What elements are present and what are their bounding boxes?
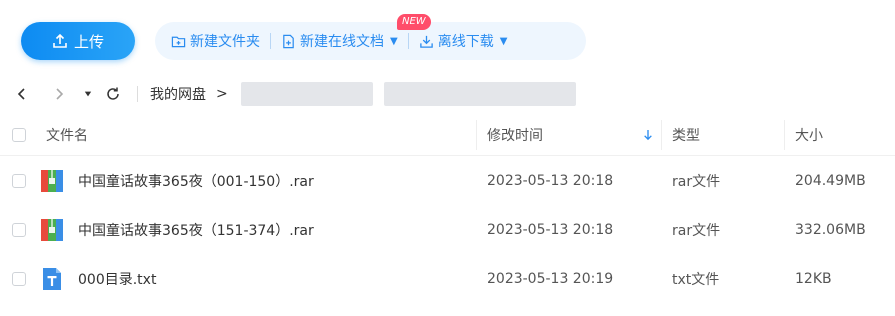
upload-label: 上传 xyxy=(73,32,104,51)
file-name[interactable]: 000目录.txt xyxy=(78,254,156,303)
back-icon[interactable] xyxy=(12,84,32,104)
txt-file-icon xyxy=(43,268,61,290)
rar-archive-icon xyxy=(41,170,63,192)
column-divider xyxy=(784,120,785,150)
file-name[interactable]: 中国童话故事365夜（151-374）.rar xyxy=(78,205,314,254)
column-header-modified[interactable]: 修改时间 xyxy=(487,114,543,156)
breadcrumb: 我的网盘 > xyxy=(150,84,228,104)
file-size: 332.06MB xyxy=(795,221,866,238)
table-row[interactable]: 000目录.txt 2023-05-13 20:19 txt文件 12KB xyxy=(0,254,895,303)
upload-button[interactable]: 上传 xyxy=(21,22,135,60)
forward-icon[interactable] xyxy=(49,84,69,104)
sort-descending-icon[interactable] xyxy=(641,127,655,143)
download-icon xyxy=(419,35,433,48)
select-all-checkbox[interactable] xyxy=(12,128,26,142)
new-online-doc-button[interactable]: 新建在线文档 ▼ xyxy=(271,22,408,60)
new-folder-label: 新建文件夹 xyxy=(190,34,260,50)
file-modified: 2023-05-13 20:18 xyxy=(487,221,614,238)
column-header-size[interactable]: 大小 xyxy=(795,114,823,156)
row-checkbox[interactable] xyxy=(12,223,26,237)
blurred-path-segment xyxy=(241,82,373,106)
rar-archive-icon xyxy=(41,219,63,241)
row-checkbox[interactable] xyxy=(12,174,26,188)
chevron-down-icon: ▼ xyxy=(499,35,508,47)
table-header: 文件名 修改时间 类型 大小 xyxy=(0,114,895,156)
table-row[interactable]: 中国童话故事365夜（001-150）.rar 2023-05-13 20:18… xyxy=(0,156,895,205)
new-online-doc-label: 新建在线文档 xyxy=(300,34,384,50)
upload-icon xyxy=(53,33,67,48)
refresh-icon[interactable] xyxy=(103,84,123,104)
offline-download-label: 离线下载 xyxy=(437,34,494,50)
file-type: rar文件 xyxy=(672,222,721,239)
row-checkbox[interactable] xyxy=(12,272,26,286)
table-row[interactable]: 中国童话故事365夜（151-374）.rar 2023-05-13 20:18… xyxy=(0,205,895,254)
history-dropdown-icon[interactable] xyxy=(78,84,98,104)
file-type: rar文件 xyxy=(672,173,721,190)
chevron-down-icon: ▼ xyxy=(390,35,398,47)
file-modified: 2023-05-13 20:18 xyxy=(487,172,614,189)
new-folder-icon xyxy=(171,36,186,47)
column-divider xyxy=(476,120,477,150)
column-header-name[interactable]: 文件名 xyxy=(46,114,88,156)
breadcrumb-separator: > xyxy=(216,86,228,102)
nav-divider xyxy=(137,86,138,102)
column-divider xyxy=(661,120,662,150)
blurred-path-segment xyxy=(384,82,576,106)
toolbar: 上传 新建文件夹 新建在线文档 ▼ 离线下载 ▼ NEW xyxy=(0,0,895,66)
file-type: txt文件 xyxy=(672,271,720,288)
column-header-type[interactable]: 类型 xyxy=(672,114,700,156)
file-size: 204.49MB xyxy=(795,172,866,189)
file-modified: 2023-05-13 20:19 xyxy=(487,270,614,287)
navigation-bar: 我的网盘 > xyxy=(0,74,895,114)
file-size: 12KB xyxy=(795,270,832,287)
file-name[interactable]: 中国童话故事365夜（001-150）.rar xyxy=(78,156,314,205)
new-doc-icon xyxy=(283,34,294,48)
breadcrumb-root[interactable]: 我的网盘 xyxy=(150,84,206,104)
action-group: 新建文件夹 新建在线文档 ▼ 离线下载 ▼ xyxy=(155,22,586,60)
new-folder-button[interactable]: 新建文件夹 xyxy=(155,22,270,60)
new-badge: NEW xyxy=(397,14,431,30)
file-table: 文件名 修改时间 类型 大小 中国童话故事365夜（001-150）.rar 2… xyxy=(0,114,895,303)
